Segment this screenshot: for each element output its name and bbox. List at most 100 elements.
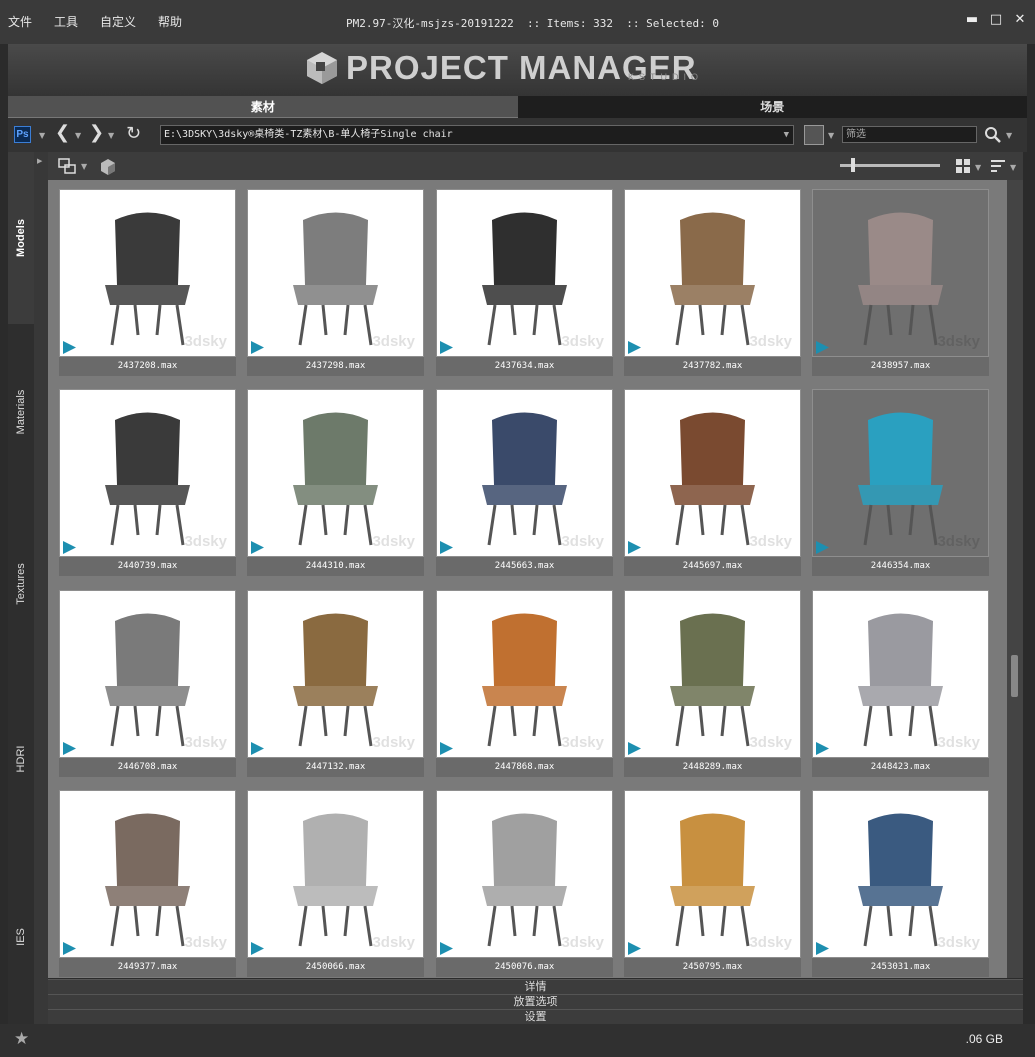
path-dropdown-icon[interactable]: ▼ [784, 126, 789, 144]
view-dropdown-icon[interactable]: ▼ [975, 163, 981, 172]
thumbnail-size-slider[interactable] [840, 164, 940, 167]
asset-thumbnail[interactable]: 3dsky 2445697.max [624, 389, 801, 576]
section-details[interactable]: 详情 [48, 979, 1023, 994]
asset-thumbnail[interactable]: 3dsky 2449377.max [59, 790, 236, 977]
asset-thumbnail[interactable]: 3dsky 2448289.max [624, 590, 801, 777]
refresh-icon[interactable]: ↻ [126, 123, 141, 144]
side-tab-ies-label: IES [15, 927, 27, 946]
asset-filename: 2437782.max [624, 357, 801, 376]
package-icon[interactable] [98, 157, 118, 177]
asset-filename: 2449377.max [59, 958, 236, 977]
side-tab-models[interactable]: Models [8, 152, 34, 324]
chair-icon [482, 212, 567, 346]
watermark-text: 3dsky [749, 934, 792, 951]
watermark-text: 3dsky [937, 533, 980, 550]
minimize-icon[interactable]: ▬ [965, 12, 979, 27]
sort-dropdown-icon[interactable]: ▼ [1010, 163, 1016, 172]
asset-thumbnail[interactable]: 3dsky 2447132.max [247, 590, 424, 777]
asset-thumbnail[interactable]: 3dsky 2450066.max [247, 790, 424, 977]
asset-preview-image: 3dsky [60, 390, 235, 556]
asset-preview-image: 3dsky [625, 390, 800, 556]
asset-filename: 2450066.max [247, 958, 424, 977]
asset-thumbnail[interactable]: 3dsky 2444310.max [247, 389, 424, 576]
asset-thumbnail[interactable]: 3dsky 2437634.max [436, 189, 613, 376]
asset-filename: 2448423.max [812, 758, 989, 777]
side-tab-materials[interactable]: Materials [8, 324, 34, 499]
title-bar: 文件 工具 自定义 帮助 PM2.97-汉化-msjzs-20191222 ::… [0, 0, 1035, 44]
filter-options-icon[interactable] [804, 125, 824, 145]
search-icon[interactable] [984, 126, 1002, 144]
tab-scenes[interactable]: 场景 [517, 96, 1027, 118]
asset-preview-image: 3dsky [625, 791, 800, 957]
asset-thumbnail[interactable]: 3dsky 2453031.max [812, 790, 989, 977]
watermark-text: 3dsky [749, 734, 792, 751]
close-icon[interactable]: ✕ [1013, 12, 1027, 27]
watermark-text: 3dsky [561, 734, 604, 751]
sort-icon[interactable] [990, 158, 1006, 174]
asset-preview-image: 3dsky [437, 390, 612, 556]
asset-thumbnail[interactable]: 3dsky 2446354.max [812, 389, 989, 576]
app-banner: PROJECT MANAGER KSTUDIO [8, 44, 1027, 96]
asset-preview-image: 3dsky [248, 190, 423, 356]
asset-thumbnail[interactable]: 3dsky 2450076.max [436, 790, 613, 977]
asset-thumbnail[interactable]: 3dsky 2447868.max [436, 590, 613, 777]
asset-filename: 2445663.max [436, 557, 613, 576]
favorites-star-icon[interactable]: ★ [14, 1029, 29, 1049]
sync-dropdown-icon[interactable]: ▼ [81, 162, 87, 171]
asset-filename: 2437208.max [59, 357, 236, 376]
chair-icon [670, 813, 755, 947]
search-dropdown-icon[interactable]: ▼ [1006, 131, 1012, 140]
top-tabs: 素材 场景 [8, 96, 1027, 118]
asset-thumbnail[interactable]: 3dsky 2437208.max [59, 189, 236, 376]
slider-handle[interactable] [851, 158, 855, 172]
side-panel: Models Materials Textures HDRI IES [8, 152, 34, 1024]
panel-splitter[interactable]: ▶ [34, 152, 48, 1024]
back-dropdown-icon[interactable]: ▼ [75, 131, 81, 140]
menu-tools[interactable]: 工具 [54, 13, 78, 30]
expand-arrow-icon[interactable]: ▶ [37, 157, 42, 165]
section-placement-options[interactable]: 放置选项 [48, 994, 1023, 1009]
sync-icon[interactable] [57, 156, 77, 176]
filter-dropdown-icon[interactable]: ▼ [828, 131, 834, 140]
chair-icon [858, 412, 943, 546]
side-tab-ies[interactable]: IES [8, 849, 34, 1024]
section-settings[interactable]: 设置 [48, 1009, 1023, 1024]
asset-thumbnail[interactable]: 3dsky 2437782.max [624, 189, 801, 376]
asset-grid: 3dsky 2437208.max 3dsky 2437298.max 3dsky 243… [48, 180, 1007, 978]
forward-dropdown-icon[interactable]: ▼ [108, 131, 114, 140]
asset-preview-image: 3dsky [813, 591, 988, 757]
menu-file[interactable]: 文件 [8, 13, 32, 30]
asset-thumbnail[interactable]: 3dsky 2446708.max [59, 590, 236, 777]
scrollbar-thumb[interactable] [1011, 655, 1018, 697]
grid-view-icon[interactable] [955, 158, 971, 174]
menu-help[interactable]: 帮助 [158, 13, 182, 30]
asset-thumbnail[interactable]: 3dsky 2437298.max [247, 189, 424, 376]
path-field[interactable]: E:\3DSKY\3dsky®桌椅类-TZ素材\B-单人椅子Single cha… [160, 125, 794, 145]
asset-filename: 2446354.max [812, 557, 989, 576]
asset-filename: 2446708.max [59, 758, 236, 777]
asset-thumbnail[interactable]: 3dsky 2445663.max [436, 389, 613, 576]
maximize-icon[interactable]: □ [989, 12, 1003, 27]
photoshop-icon[interactable]: Ps [14, 126, 31, 143]
asset-thumbnail[interactable]: 3dsky 2450795.max [624, 790, 801, 977]
asset-filename: 2448289.max [624, 758, 801, 777]
tab-assets[interactable]: 素材 [8, 96, 518, 118]
disk-usage: .06 GB [965, 1032, 1003, 1046]
back-icon[interactable]: ❮ [55, 122, 70, 143]
watermark-text: 3dsky [184, 333, 227, 350]
filter-input[interactable]: 筛选 [842, 126, 977, 143]
menu-customize[interactable]: 自定义 [100, 13, 136, 30]
watermark-text: 3dsky [372, 333, 415, 350]
side-tab-hdri[interactable]: HDRI [8, 669, 34, 849]
forward-icon[interactable]: ❯ [89, 122, 104, 143]
asset-preview-image: 3dsky [813, 190, 988, 356]
vertical-scrollbar[interactable] [1007, 180, 1023, 978]
side-tab-textures[interactable]: Textures [8, 499, 34, 669]
photoshop-dropdown-icon[interactable]: ▼ [39, 131, 45, 140]
chair-icon [293, 412, 378, 546]
asset-thumbnail[interactable]: 3dsky 2440739.max [59, 389, 236, 576]
asset-thumbnail[interactable]: 3dsky 2438957.max [812, 189, 989, 376]
asset-thumbnail[interactable]: 3dsky 2448423.max [812, 590, 989, 777]
watermark-text: 3dsky [749, 533, 792, 550]
menu-bar: 文件 工具 自定义 帮助 [8, 13, 204, 30]
